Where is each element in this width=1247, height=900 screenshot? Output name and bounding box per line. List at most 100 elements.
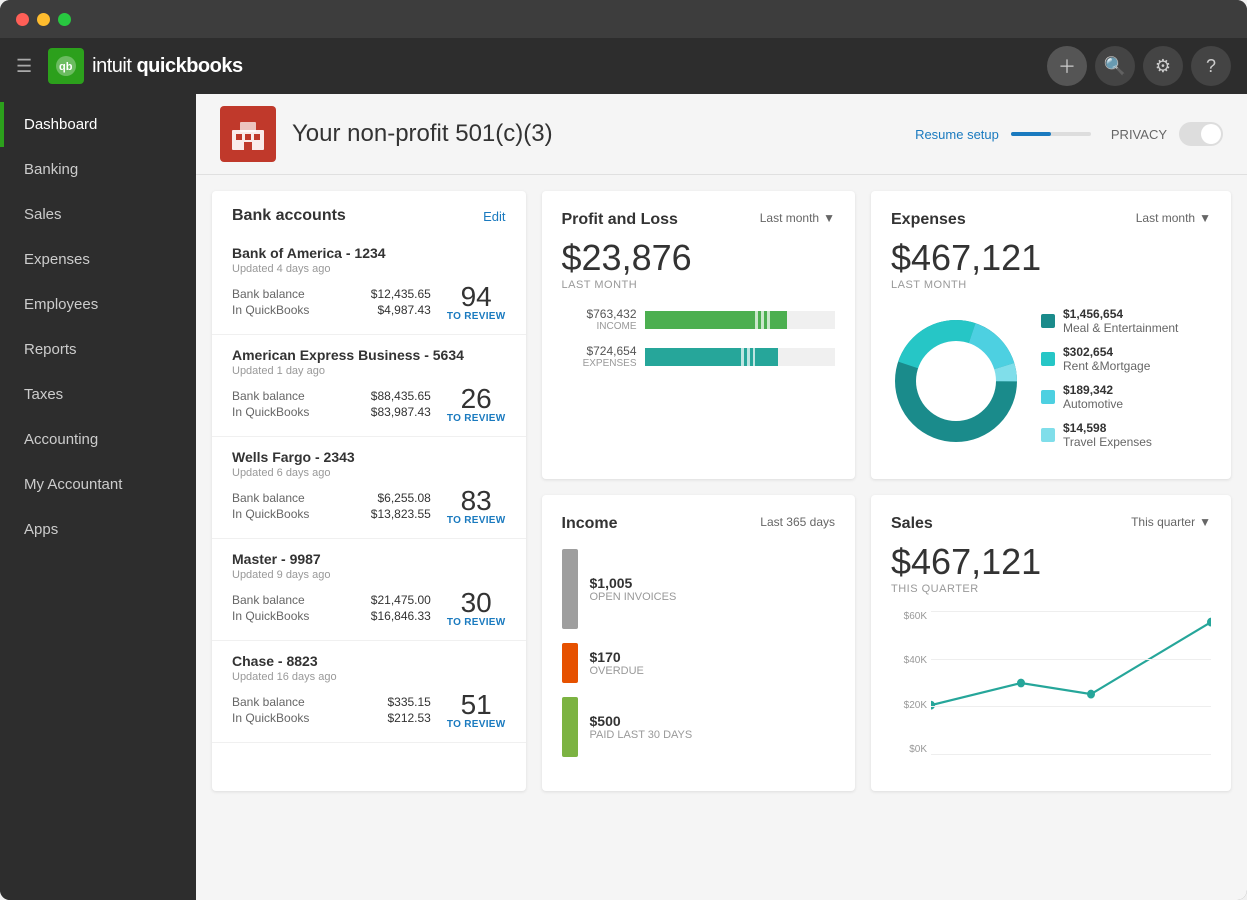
- sidebar-item-employees[interactable]: Employees: [0, 282, 196, 327]
- bank-balance-val-4: $21,475.00: [371, 593, 431, 607]
- bank-qb-line-1: In QuickBooks $4,987.43: [232, 303, 431, 317]
- review-badge-5: 51 TO REVIEW: [431, 691, 506, 730]
- body: Dashboard Banking Sales Expenses Employe…: [0, 94, 1247, 900]
- profit-loss-title: Profit and Loss: [562, 211, 678, 229]
- to-review-5[interactable]: TO REVIEW: [447, 719, 506, 730]
- expenses-period[interactable]: Last month ▼: [1136, 211, 1211, 225]
- to-review-1[interactable]: TO REVIEW: [447, 311, 506, 322]
- sidebar-item-banking[interactable]: Banking: [0, 147, 196, 192]
- bank-qb-val-1: $4,987.43: [377, 303, 430, 317]
- window-frame: ☰ qb intuit quickbooks ＋ 🔍 ⚙ ?: [0, 0, 1247, 900]
- close-button[interactable]: [16, 13, 29, 26]
- sidebar-label-my-accountant: My Accountant: [24, 476, 122, 493]
- bank-balance-label-2: Bank balance: [232, 389, 305, 403]
- bank-accounts-card: Bank accounts Edit Bank of America - 123…: [212, 191, 526, 791]
- bank-updated-2: Updated 1 day ago: [232, 365, 506, 377]
- bank-balance-line-1: Bank balance $12,435.65: [232, 287, 431, 301]
- legend-item-4: $14,598 Travel Expenses: [1041, 421, 1211, 449]
- company-icon: [220, 106, 276, 162]
- sidebar-label-employees: Employees: [24, 296, 98, 313]
- privacy-toggle[interactable]: [1179, 122, 1223, 146]
- bank-item-3: Wells Fargo - 2343 Updated 6 days ago Ba…: [212, 437, 526, 539]
- chart-area: [931, 611, 1211, 755]
- topnav-actions: ＋ 🔍 ⚙ ?: [1047, 46, 1231, 86]
- expenses-bar-striped: [738, 348, 755, 366]
- search-button[interactable]: 🔍: [1095, 46, 1135, 86]
- bank-qb-label-4: In QuickBooks: [232, 609, 309, 623]
- sidebar-label-taxes: Taxes: [24, 386, 63, 403]
- bank-qb-label-5: In QuickBooks: [232, 711, 309, 725]
- sidebar-item-taxes[interactable]: Taxes: [0, 372, 196, 417]
- sidebar-item-my-accountant[interactable]: My Accountant: [0, 462, 196, 507]
- bank-balance-row-1: Bank balance $12,435.65 In QuickBooks $4…: [232, 287, 431, 319]
- expenses-bar-fill: [645, 348, 778, 366]
- dashboard-grid: Profit and Loss Last month ▼ $23,876 LAS…: [196, 175, 1247, 807]
- legend-label-4: Travel Expenses: [1063, 435, 1152, 449]
- sidebar-item-sales[interactable]: Sales: [0, 192, 196, 237]
- profit-loss-period[interactable]: Last month ▼: [760, 211, 835, 225]
- help-button[interactable]: ?: [1191, 46, 1231, 86]
- svg-text:qb: qb: [59, 61, 73, 73]
- logo-icon: qb: [48, 48, 84, 84]
- income-card: Income Last 365 days $1,005: [542, 495, 856, 791]
- income-period[interactable]: Last 365 days: [760, 515, 835, 529]
- review-badge-1: 94 TO REVIEW: [431, 283, 506, 322]
- to-review-2[interactable]: TO REVIEW: [447, 413, 506, 424]
- bank-name-2: American Express Business - 5634: [232, 347, 506, 363]
- bank-balance-line-3: Bank balance $6,255.08: [232, 491, 431, 505]
- sidebar-item-reports[interactable]: Reports: [0, 327, 196, 372]
- expenses-legend: $1,456,654 Meal & Entertainment $302,654…: [1041, 307, 1211, 459]
- bank-balance-row-5: Bank balance $335.15 In QuickBooks $212.…: [232, 695, 431, 727]
- bank-balance-label-4: Bank balance: [232, 593, 305, 607]
- bank-name-3: Wells Fargo - 2343: [232, 449, 506, 465]
- sidebar-item-accounting[interactable]: Accounting: [0, 417, 196, 462]
- sales-period-label: THIS QUARTER: [891, 583, 1211, 595]
- income-row-paid: $500 PAID LAST 30 DAYS: [562, 697, 836, 757]
- sidebar-item-dashboard[interactable]: Dashboard: [0, 102, 196, 147]
- review-count-1: 94: [461, 283, 492, 311]
- sales-period[interactable]: This quarter ▼: [1131, 515, 1211, 529]
- edit-button[interactable]: Edit: [483, 209, 505, 224]
- expenses-body: $1,456,654 Meal & Entertainment $302,654…: [891, 307, 1211, 459]
- income-bar-overdue: [562, 643, 578, 683]
- sidebar-item-expenses[interactable]: Expenses: [0, 237, 196, 282]
- sidebar-label-dashboard: Dashboard: [24, 116, 97, 133]
- income-amount-open: $1,005: [590, 575, 836, 591]
- legend-label-1: Meal & Entertainment: [1063, 321, 1178, 335]
- y-label-0k: $0K: [909, 744, 927, 755]
- sidebar-item-apps[interactable]: Apps: [0, 507, 196, 552]
- to-review-4[interactable]: TO REVIEW: [447, 617, 506, 628]
- legend-label-3: Automotive: [1063, 397, 1123, 411]
- sales-title: Sales: [891, 515, 933, 533]
- review-badge-2: 26 TO REVIEW: [431, 385, 506, 424]
- bank-balance-label-5: Bank balance: [232, 695, 305, 709]
- profit-loss-card: Profit and Loss Last month ▼ $23,876 LAS…: [542, 191, 856, 479]
- settings-button[interactable]: ⚙: [1143, 46, 1183, 86]
- minimize-button[interactable]: [37, 13, 50, 26]
- bank-item-1: Bank of America - 1234 Updated 4 days ag…: [212, 233, 526, 335]
- sidebar-label-reports: Reports: [24, 341, 77, 358]
- bank-name-5: Chase - 8823: [232, 653, 506, 669]
- main-content: Your non-profit 501(c)(3) Resume setup P…: [196, 94, 1247, 900]
- to-review-3[interactable]: TO REVIEW: [447, 515, 506, 526]
- grid-line-3: [931, 706, 1211, 707]
- legend-text-4: $14,598 Travel Expenses: [1063, 421, 1152, 449]
- review-badge-3: 83 TO REVIEW: [431, 487, 506, 526]
- legend-label-2: Rent &Mortgage: [1063, 359, 1150, 373]
- legend-dot-1: [1041, 314, 1055, 328]
- expenses-header: Expenses Last month ▼: [891, 211, 1211, 229]
- title-bar: [0, 0, 1247, 38]
- resume-setup-link[interactable]: Resume setup: [915, 127, 999, 142]
- maximize-button[interactable]: [58, 13, 71, 26]
- legend-amount-3: $189,342: [1063, 383, 1123, 397]
- income-sub-label: INCOME: [562, 321, 637, 332]
- profit-loss-bars: $763,432 INCOME: [562, 307, 836, 369]
- hamburger-button[interactable]: ☰: [16, 56, 32, 77]
- bank-balance-val-5: $335.15: [387, 695, 430, 709]
- bank-accounts-header: Bank accounts Edit: [212, 191, 526, 233]
- add-button[interactable]: ＋: [1047, 46, 1087, 86]
- income-bar-track: [645, 311, 836, 329]
- expenses-title: Expenses: [891, 211, 966, 229]
- legend-text-2: $302,654 Rent &Mortgage: [1063, 345, 1150, 373]
- logo-text: intuit quickbooks: [92, 55, 242, 78]
